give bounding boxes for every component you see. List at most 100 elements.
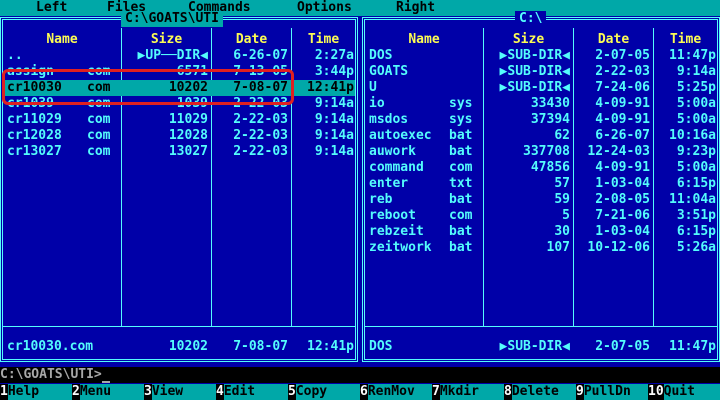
file-size: 11029 xyxy=(168,112,208,127)
file-date: 7-24-06 xyxy=(595,80,650,95)
left-col-time[interactable]: Time xyxy=(292,32,355,48)
file-row[interactable]: msdos sys 37394 4-09-91 5:00a xyxy=(365,112,717,128)
fkey-mkdir[interactable]: 7Mkdir xyxy=(432,384,504,400)
fkey-number: 1 xyxy=(0,384,8,399)
file-row[interactable]: reboot com 5 7-21-06 3:51p xyxy=(365,208,717,224)
file-name: reb xyxy=(369,192,393,207)
file-size: 57 xyxy=(554,176,570,191)
file-date: 10-12-06 xyxy=(587,240,650,255)
fkey-pulldn[interactable]: 9PullDn xyxy=(576,384,648,400)
right-info-size: ▶SUB-DIR◀ xyxy=(499,339,570,354)
command-line[interactable]: C:\GOATS\UTI> xyxy=(0,367,720,383)
file-name: autoexec xyxy=(369,128,432,143)
fkey-number: 4 xyxy=(216,384,224,399)
file-ext: com xyxy=(87,128,111,143)
fkey-copy[interactable]: 5Copy xyxy=(288,384,360,400)
fkey-label: Help xyxy=(7,384,72,400)
fkey-number: 9 xyxy=(576,384,584,399)
file-size: 13027 xyxy=(168,144,208,159)
file-time: 9:23p xyxy=(676,144,716,159)
file-time: 9:14a xyxy=(314,96,354,111)
file-ext: bat xyxy=(449,128,473,143)
fkey-label: Quit xyxy=(663,384,720,400)
file-row[interactable]: DOS ▶SUB-DIR◀ 2-07-05 11:47p xyxy=(365,48,717,64)
file-size: ▶SUB-DIR◀ xyxy=(499,48,570,63)
file-row[interactable]: U ▶SUB-DIR◀ 7-24-06 5:25p xyxy=(365,80,717,96)
file-name: cr11029 xyxy=(7,112,62,127)
right-info-time: 11:47p xyxy=(669,339,716,354)
file-size: 47856 xyxy=(530,160,570,175)
file-time: 5:00a xyxy=(676,96,716,111)
fkey-menu[interactable]: 2Menu xyxy=(72,384,144,400)
fkey-view[interactable]: 3View xyxy=(144,384,216,400)
file-date: 1-03-04 xyxy=(595,224,650,239)
file-date: 12-24-03 xyxy=(587,144,650,159)
file-row[interactable]: cr11029 com 11029 2-22-03 9:14a xyxy=(3,112,355,128)
annotation-highlight-box xyxy=(2,69,294,105)
left-info-divider xyxy=(3,326,355,327)
right-col-size[interactable]: Size xyxy=(484,32,573,48)
file-time: 3:51p xyxy=(676,208,716,223)
fkey-number: 2 xyxy=(72,384,80,399)
fkey-edit[interactable]: 4Edit xyxy=(216,384,288,400)
fkey-number: 10 xyxy=(648,384,664,399)
right-file-list: DOS ▶SUB-DIR◀ 2-07-05 11:47p GOATS ▶SUB-DIR◀ 2… xyxy=(365,48,717,256)
left-panel-title: C:\GOATS\UTI xyxy=(121,11,223,27)
file-name: command xyxy=(369,160,424,175)
file-date: 4-09-91 xyxy=(595,160,650,175)
file-row[interactable]: command com 47856 4-09-91 5:00a xyxy=(365,160,717,176)
file-time: 9:14a xyxy=(314,112,354,127)
file-row[interactable]: .. ▶UP──DIR◀ 6-26-07 2:27a xyxy=(3,48,355,64)
file-row[interactable]: GOATS ▶SUB-DIR◀ 2-22-03 9:14a xyxy=(365,64,717,80)
file-row[interactable]: cr13027 com 13027 2-22-03 9:14a xyxy=(3,144,355,160)
text-cursor xyxy=(101,369,110,383)
menu-options[interactable]: Options xyxy=(297,0,352,16)
file-date: 2-22-03 xyxy=(233,144,288,159)
file-time: 5:00a xyxy=(676,160,716,175)
left-col-size[interactable]: Size xyxy=(122,32,211,48)
file-time: 11:04a xyxy=(669,192,716,207)
file-row[interactable]: enter txt 57 1-03-04 6:15p xyxy=(365,176,717,192)
fkey-quit[interactable]: 10Quit xyxy=(648,384,720,400)
right-panel[interactable]: C:\ Name Size Date Time DOS ▶SUB-DIR◀ 2-07… xyxy=(362,11,720,362)
command-prompt: C:\GOATS\UTI> xyxy=(0,367,102,382)
menu-right[interactable]: Right xyxy=(396,0,435,16)
fkey-number: 8 xyxy=(504,384,512,399)
right-col-time[interactable]: Time xyxy=(654,32,717,48)
right-col-name[interactable]: Name xyxy=(365,32,483,48)
file-row[interactable]: zeitwork bat 107 10-12-06 5:26a xyxy=(365,240,717,256)
fkey-label: Edit xyxy=(223,384,288,400)
file-time: 6:15p xyxy=(676,176,716,191)
file-time: 11:47p xyxy=(669,48,716,63)
file-row[interactable]: cr12028 com 12028 2-22-03 9:14a xyxy=(3,128,355,144)
left-col-name[interactable]: Name xyxy=(3,32,121,48)
file-size: 59 xyxy=(554,192,570,207)
fkey-renmov[interactable]: 6RenMov xyxy=(360,384,432,400)
fkey-label: Copy xyxy=(295,384,360,400)
file-date: 4-09-91 xyxy=(595,112,650,127)
file-row[interactable]: auwork bat 337708 12-24-03 9:23p xyxy=(365,144,717,160)
function-key-bar: 1Help 2Menu 3View 4Edit 5Copy 6RenMov 7Mkdir 8D… xyxy=(0,384,720,400)
left-col-date[interactable]: Date xyxy=(212,32,291,48)
file-ext: com xyxy=(449,208,473,223)
fkey-label: View xyxy=(151,384,216,400)
file-name: auwork xyxy=(369,144,416,159)
file-name: rebzeit xyxy=(369,224,424,239)
file-size: 30 xyxy=(554,224,570,239)
file-ext: bat xyxy=(449,240,473,255)
fkey-number: 7 xyxy=(432,384,440,399)
file-time: 10:16a xyxy=(669,128,716,143)
right-info-name: DOS xyxy=(369,339,393,354)
file-row[interactable]: reb bat 59 2-08-05 11:04a xyxy=(365,192,717,208)
menu-left[interactable]: Left xyxy=(36,0,67,16)
file-size: ▶SUB-DIR◀ xyxy=(499,80,570,95)
file-row[interactable]: io sys 33430 4-09-91 5:00a xyxy=(365,96,717,112)
file-row[interactable]: autoexec bat 62 6-26-07 10:16a xyxy=(365,128,717,144)
fkey-number: 3 xyxy=(144,384,152,399)
fkey-help[interactable]: 1Help xyxy=(0,384,72,400)
right-col-date[interactable]: Date xyxy=(574,32,653,48)
fkey-delete[interactable]: 8Delete xyxy=(504,384,576,400)
fkey-label: RenMov xyxy=(367,384,432,400)
file-row[interactable]: rebzeit bat 30 1-03-04 6:15p xyxy=(365,224,717,240)
file-name: U xyxy=(369,80,377,95)
